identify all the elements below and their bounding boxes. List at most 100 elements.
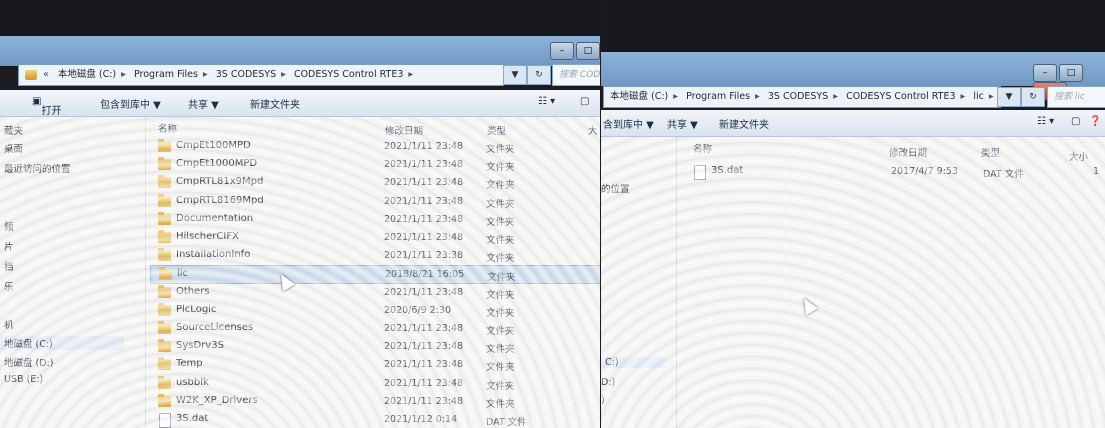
- open-label: 打开: [41, 106, 62, 117]
- nav-item-usb-e[interactable]: ): [601, 395, 605, 406]
- nav-item-videos[interactable]: 频: [4, 219, 14, 233]
- file-name: CmpRTL81x9Mpd: [176, 176, 264, 188]
- view-options-icon[interactable]: ☷ ▾: [538, 96, 555, 107]
- nav-item-drive-d[interactable]: 地磁盘 (D:): [4, 355, 53, 369]
- table-row[interactable]: SourceLicenses 2021/1/11 23:48 文件夹: [150, 320, 600, 337]
- table-row[interactable]: CmpRTL8169Mpd 2021/1/11 23:48 文件夹: [150, 193, 600, 210]
- table-row[interactable]: usbblk 2021/1/11 23:48 文件夹: [150, 375, 600, 392]
- nav-item-drive-c[interactable]: 地磁盘 (C:): [0, 336, 124, 350]
- file-name: Documentation: [176, 212, 254, 224]
- open-button[interactable]: ▣ 打开: [32, 96, 61, 117]
- file-name: CmpRTL8169Mpd: [176, 194, 264, 206]
- file-type: 文件夹: [486, 253, 515, 265]
- table-row[interactable]: 3S.dat 2021/1/12 0:14 DAT 文件: [150, 411, 600, 428]
- table-row[interactable]: InstallationInfo 2021/1/11 23:38 文件夹: [150, 247, 600, 264]
- modified-date: 2021/1/11 23:48: [384, 177, 464, 189]
- share-button[interactable]: 共享 ▼: [188, 96, 219, 111]
- refresh-button[interactable]: ↻: [1021, 87, 1045, 107]
- nav-item-pictures[interactable]: 片: [4, 239, 14, 253]
- modified-date: 2021/1/11 23:48: [384, 232, 464, 243]
- column-header-date[interactable]: 修改日期: [385, 123, 423, 137]
- address-bar[interactable]: 本地磁盘 (C:) ▸ Program Files ▸ 3S CODESYS ▸ CO…: [603, 86, 1001, 108]
- table-row[interactable]: HilscherCIFX 2021/1/11 23:48 文件夹: [150, 229, 600, 246]
- breadcrumb-local-disk[interactable]: 本地磁盘 (C:): [610, 91, 668, 102]
- folder-icon: [158, 339, 171, 353]
- modified-date: 2021/1/11 23:48: [384, 341, 464, 353]
- minimize-button[interactable]: –: [1033, 64, 1057, 82]
- breadcrumb-3s-codesys[interactable]: 3S CODESYS: [216, 69, 276, 80]
- file-type: 文件夹: [486, 380, 515, 392]
- nav-item-favorites[interactable]: 藏夹: [4, 123, 23, 137]
- folder-icon: [158, 375, 171, 389]
- nav-item-recent[interactable]: 的位置: [601, 181, 630, 195]
- address-dropdown-button[interactable]: ▼: [503, 65, 527, 85]
- preview-pane-icon[interactable]: ▢: [1071, 116, 1080, 127]
- file-name: PlcLogic: [176, 303, 217, 315]
- breadcrumb-lic[interactable]: lic: [973, 91, 984, 102]
- nav-item-drive-d[interactable]: D:): [601, 377, 615, 388]
- file-name: usbblk: [176, 376, 209, 388]
- file-type: 文件夹: [486, 307, 515, 319]
- refresh-button[interactable]: ↻: [527, 65, 551, 85]
- content-area: 的位置 C:) D:) ) 名称 修改日期 类型 大小 3S.dat 2017/4…: [601, 137, 1105, 428]
- breadcrumb-codesys-control[interactable]: CODESYS Control RTE3: [846, 91, 955, 102]
- table-row[interactable]: SysDrv3S 2021/1/11 23:48 文件夹: [150, 338, 600, 355]
- file-type: 文件夹: [486, 180, 515, 192]
- nav-item-drive-c[interactable]: C:): [601, 357, 665, 368]
- nav-item-desktop[interactable]: 桌面: [4, 141, 23, 155]
- column-header-name[interactable]: 名称: [693, 141, 712, 155]
- breadcrumb-local-disk[interactable]: 本地磁盘 (C:): [58, 69, 116, 80]
- maximize-button[interactable]: □: [576, 42, 600, 60]
- file-name: CmpEt1000MPD: [176, 158, 258, 170]
- nav-item-recent[interactable]: 最近访问的位置: [4, 161, 71, 175]
- folder-icon: [159, 267, 172, 281]
- folder-icon: [158, 157, 171, 171]
- column-header-type[interactable]: 类型: [981, 145, 1000, 159]
- table-row[interactable]: CmpEt100MPD 2021/1/11 23:48 文件夹: [150, 138, 600, 155]
- table-row[interactable]: Temp 2021/1/11 23:48 文件夹: [150, 356, 600, 373]
- breadcrumb-3s-codesys[interactable]: 3S CODESYS: [768, 91, 828, 102]
- help-icon[interactable]: ❓: [1089, 116, 1101, 127]
- table-row[interactable]: lic 2018/8/21 16:05 文件夹: [150, 265, 600, 285]
- search-input[interactable]: 搜索 COD: [552, 64, 600, 86]
- table-row[interactable]: Others 2021/1/11 23:48 文件夹: [150, 284, 600, 301]
- share-button[interactable]: 共享 ▼: [667, 116, 698, 131]
- address-bar[interactable]: « 本地磁盘 (C:) ▸ Program Files ▸ 3S CODESYS ▸ …: [18, 64, 504, 86]
- column-header-type[interactable]: 类型: [487, 123, 506, 137]
- file-type: 文件夹: [486, 398, 515, 410]
- title-bar: [601, 52, 1105, 86]
- preview-pane-icon[interactable]: ▢: [580, 96, 589, 107]
- column-header-size[interactable]: 大小: [1069, 149, 1088, 163]
- column-header-name[interactable]: 名称: [158, 121, 177, 135]
- breadcrumb-program-files[interactable]: Program Files: [686, 91, 750, 102]
- breadcrumb-program-files[interactable]: Program Files: [134, 69, 198, 80]
- new-folder-button[interactable]: 新建文件夹: [719, 116, 769, 131]
- breadcrumb-codesys-control[interactable]: CODESYS Control RTE3: [294, 69, 403, 80]
- folder-icon: [158, 248, 171, 262]
- table-row[interactable]: 3S.dat 2017/4/7 9:53 DAT 文件 1: [685, 163, 1099, 180]
- table-row[interactable]: W2K_XP_Drivers 2021/1/11 23:48 文件夹: [150, 393, 600, 410]
- nav-item-documents[interactable]: 档: [4, 259, 14, 273]
- table-row[interactable]: CmpRTL81x9Mpd 2021/1/11 23:48 文件夹: [150, 174, 600, 191]
- include-in-library-button[interactable]: 含到库中 ▼: [603, 116, 654, 131]
- new-folder-button[interactable]: 新建文件夹: [250, 96, 300, 111]
- modified-date: 2017/4/7 9:53: [891, 166, 959, 177]
- modified-date: 2021/1/11 23:48: [384, 213, 464, 225]
- file-type: DAT 文件: [486, 417, 527, 428]
- view-options-icon[interactable]: ☷ ▾: [1037, 116, 1054, 127]
- include-in-library-button[interactable]: 包含到库中 ▼: [100, 96, 161, 111]
- maximize-button[interactable]: □: [1059, 64, 1083, 82]
- column-header-size[interactable]: 大: [588, 123, 598, 137]
- nav-item-usb-e[interactable]: USB (E:): [4, 374, 43, 385]
- minimize-button[interactable]: –: [550, 42, 574, 60]
- history-chevron[interactable]: «: [43, 65, 49, 85]
- table-row[interactable]: CmpEt1000MPD 2021/1/11 23:48 文件夹: [150, 156, 600, 173]
- table-row[interactable]: Documentation 2021/1/11 23:48 文件夹: [150, 211, 600, 228]
- folder-icon: [158, 193, 171, 207]
- nav-item-computer[interactable]: 机: [4, 317, 14, 331]
- address-dropdown-button[interactable]: ▼: [997, 87, 1021, 107]
- column-header-date[interactable]: 修改日期: [889, 145, 927, 159]
- table-row[interactable]: PlcLogic 2020/6/9 2:30 文件夹: [150, 302, 600, 319]
- search-input[interactable]: 搜索 lic: [1047, 86, 1105, 108]
- nav-item-music[interactable]: 乐: [4, 279, 14, 293]
